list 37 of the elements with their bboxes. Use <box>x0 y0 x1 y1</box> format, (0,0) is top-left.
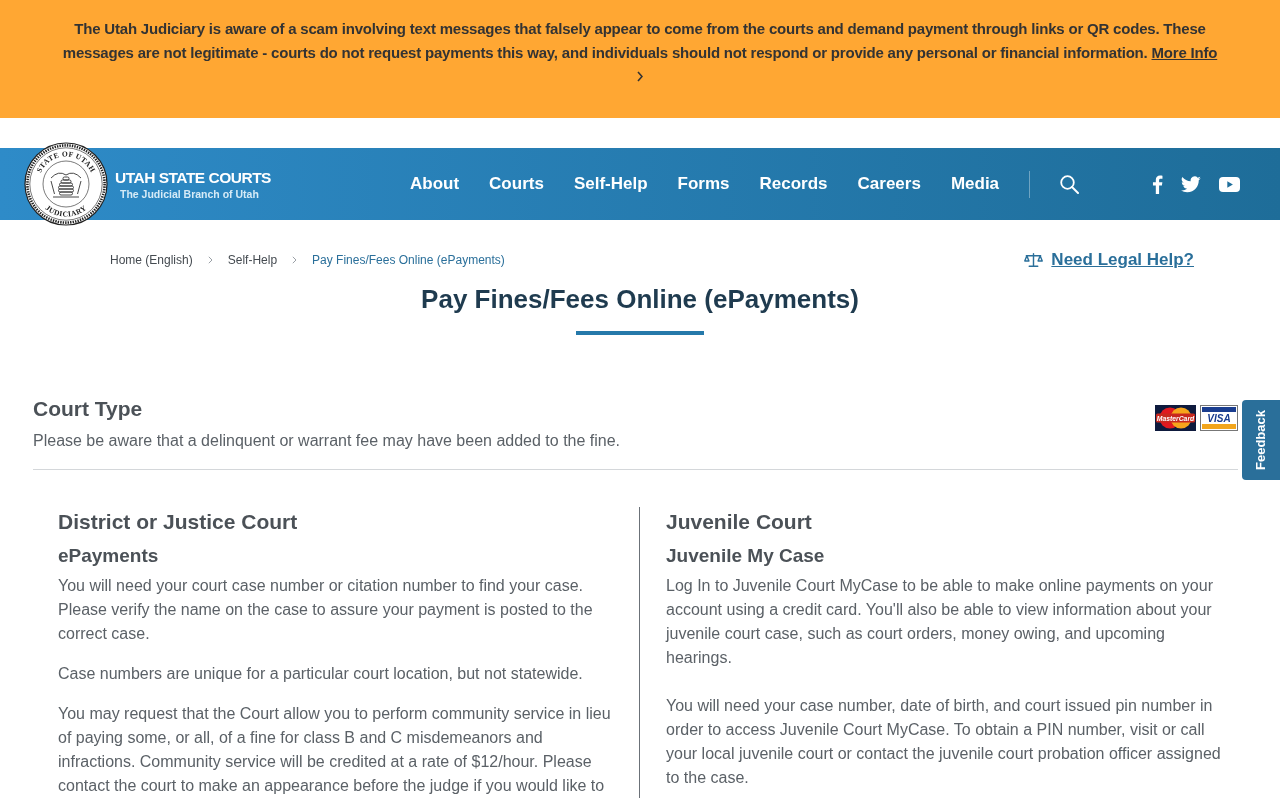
alert-message: The Utah Judiciary is aware of a scam involving text messages that falsely appear to come from the courts and demand payment through links or QR codes. These messages are not legitimate - courts do not request payments this way, and individuals should not respond or provide any personal or financial information. More Info <box>61 19 1219 63</box>
page-title: Pay Fines/Fees Online (ePayments) <box>420 283 860 316</box>
breadcrumb-link[interactable]: Self-Help <box>227 251 278 269</box>
feedback-tab[interactable]: Feedback <box>1242 400 1280 480</box>
body-paragraph: Case numbers are unique for a particular court location, but not statewide. <box>58 664 584 684</box>
site-subtitle: The Judicial Branch of Utah <box>120 188 260 200</box>
chevron-right-icon <box>207 256 213 264</box>
column-heading: Juvenile Court <box>666 509 813 535</box>
card-logo: VISA <box>1200 405 1238 431</box>
search-icon[interactable] <box>1060 174 1080 194</box>
nav-link[interactable]: Self-Help <box>573 172 648 196</box>
facebook-icon[interactable] <box>1152 174 1163 194</box>
nav-link[interactable]: Courts <box>489 172 544 196</box>
body-paragraph: You will need your court case number or citation number to find your case. Please verify the name on the case to assure your payment is posted to the correct case. <box>58 576 594 644</box>
nav-link[interactable]: Careers <box>857 172 921 196</box>
youtube-icon[interactable] <box>1219 176 1240 192</box>
column-heading: District or Justice Court <box>58 509 299 535</box>
column-subheading: Juvenile My Case <box>666 544 826 568</box>
section-note: Please be aware that a delinquent or warrant fee may have been added to the fine. <box>33 431 621 451</box>
site-title[interactable]: UTAH STATE COURTS <box>115 168 271 188</box>
nav-link[interactable]: About <box>410 172 460 196</box>
nav-link[interactable]: Records <box>759 172 828 196</box>
twitter-bird-icon[interactable] <box>1181 175 1201 193</box>
body-paragraph: You may request that the Court allow you to perform community service in lieu of paying some, or all, of a fine for class B and C misdemeanors and infractions. Community service will be credited at a rate of $12/hour. Please contact the court to make an appearance before the judge if you would like to <box>58 704 612 796</box>
body-paragraph: You will need your case number, date of birth, and court issued pin number in order to access Juvenile Court MyCase. To obtain a PIN number, visit or call your local juvenile court or contact the juvenile court probation officer assigned to the case. <box>666 696 1222 788</box>
body-paragraph: Log In to Juvenile Court MyCase to be able to make online payments on your account using a credit card. You'll also be able to view information about your juvenile court case, such as court orders, money owing, and upcoming hearings. <box>666 576 1214 668</box>
chevron-right-icon <box>292 256 298 264</box>
breadcrumb-link[interactable]: Home (English) <box>110 251 193 269</box>
nav-link[interactable]: Media <box>950 172 1000 196</box>
breadcrumb-link[interactable]: Pay Fines/Fees Online (ePayments) <box>312 251 505 269</box>
section-heading: Court Type <box>33 396 144 422</box>
chevron-right-icon[interactable] <box>637 71 643 82</box>
scales-icon <box>1024 252 1044 268</box>
column-subheading: ePayments <box>58 544 160 568</box>
legal-help-link[interactable]: Need Legal Help? <box>1024 247 1194 273</box>
nav-link[interactable]: Forms <box>677 172 730 196</box>
more-info-link[interactable]: More Info <box>1151 44 1218 61</box>
